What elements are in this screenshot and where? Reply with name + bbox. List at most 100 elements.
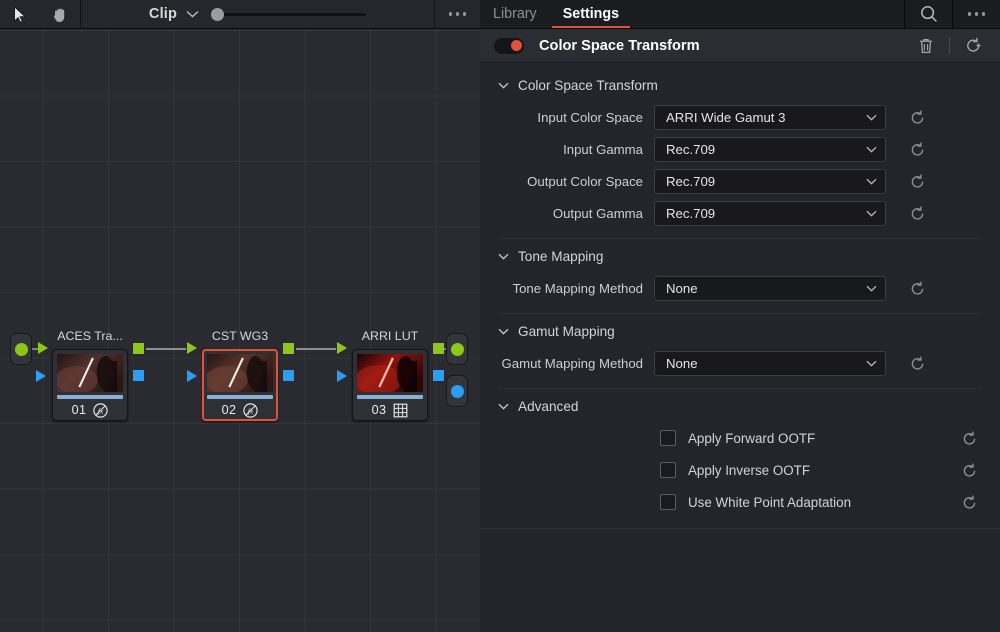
group-header-color-space-transform[interactable]: Color Space Transform [480,72,1000,99]
reset-icon[interactable] [886,355,948,372]
node3-key-input-arrow[interactable] [337,370,347,382]
output-node[interactable] [446,333,468,365]
reset-icon[interactable] [938,430,1000,447]
node-body[interactable]: 03 [352,349,428,421]
row-output-color-space: Output Color Space Rec.709 [480,165,1000,197]
source-node[interactable] [10,333,32,365]
effect-title: Color Space Transform [539,37,700,54]
source-rgb-port[interactable] [14,342,28,356]
group-title: Gamut Mapping [518,324,615,339]
search-icon[interactable] [905,0,952,28]
node-body-selected[interactable]: 02 fx [202,349,278,421]
trash-icon[interactable] [915,37,937,55]
node-item[interactable]: ACES Tra... 01 fx [52,329,128,421]
tab-library-label: Library [493,6,537,22]
reset-all-icon[interactable] [962,36,984,55]
apply-forward-ootf-checkbox[interactable] [660,430,676,446]
reset-icon[interactable] [938,494,1000,511]
node1-rgb-output-port[interactable] [133,343,144,354]
reset-icon[interactable] [886,280,948,297]
zoom-slider[interactable] [211,7,367,21]
node-editor-toolbar: Clip [0,0,480,29]
zoom-slider-track [217,12,367,16]
dropdown-value: None [666,355,698,371]
chevron-down-icon[interactable] [186,10,199,18]
group-title: Advanced [518,399,579,414]
row-input-color-space: Input Color Space ARRI Wide Gamut 3 [480,101,1000,133]
input-gamma-dropdown[interactable]: Rec.709 [654,136,886,162]
row-input-gamma: Input Gamma Rec.709 [480,133,1000,165]
chevron-down-icon [866,146,877,153]
inspector-pane: Library Settings Color Space Transform C… [480,0,1000,632]
output-gamma-dropdown[interactable]: Rec.709 [654,200,886,226]
node2-key-input-arrow[interactable] [187,370,197,382]
group-header-gamut-mapping[interactable]: Gamut Mapping [480,318,1000,345]
row-use-white-point-adaptation: Use White Point Adaptation [480,486,1000,518]
row-apply-forward-ootf: Apply Forward OOTF [480,422,1000,454]
node3-rgb-output-port[interactable] [433,343,444,354]
reset-icon[interactable] [886,141,948,158]
arrow-cursor-icon[interactable] [0,0,40,29]
chevron-down-icon[interactable] [498,328,509,335]
ellipsis-icon[interactable] [435,0,480,29]
output-rgb-port[interactable] [450,342,464,356]
row-label: Output Color Space [527,173,643,189]
dropdown-value: None [666,280,698,296]
node-item[interactable]: ARRI LUT 03 [352,329,428,421]
node-title: CST WG3 [211,329,269,343]
reset-icon[interactable] [886,109,948,126]
effect-enable-toggle[interactable] [494,37,524,54]
group-header-advanced[interactable]: Advanced [480,393,1000,420]
chevron-down-icon [866,285,877,292]
node2-rgb-input-arrow[interactable] [187,342,197,354]
node1-key-output-port[interactable] [133,370,144,381]
row-gamut-mapping-method: Gamut Mapping Method None [480,347,1000,379]
node-footer: 03 [357,399,423,421]
node-footer: 02 fx [207,399,273,421]
wire-node2-node3 [296,348,336,350]
node1-rgb-input-arrow[interactable] [38,342,48,354]
gamut-mapping-method-dropdown[interactable]: None [654,350,886,376]
svg-text:fx: fx [248,406,254,415]
group-header-tone-mapping[interactable]: Tone Mapping [480,243,1000,270]
node-item[interactable]: CST WG3 02 fx [202,329,278,421]
dropdown-value: Rec.709 [666,173,716,189]
fx-circle-icon: fx [93,402,109,418]
row-label: Output Gamma [552,205,643,221]
node2-key-output-port[interactable] [283,370,294,381]
output-alpha-node[interactable] [446,375,468,407]
zoom-slider-handle[interactable] [211,7,225,21]
section-divider-1 [498,238,982,239]
tone-mapping-method-dropdown[interactable]: None [654,275,886,301]
checkbox-label: Use White Point Adaptation [688,494,852,510]
svg-text:fx: fx [98,406,104,415]
apply-inverse-ootf-checkbox[interactable] [660,462,676,478]
chevron-down-icon [866,360,877,367]
node-body[interactable]: 01 fx [52,349,128,421]
node3-key-output-port[interactable] [433,370,444,381]
hand-pan-icon[interactable] [40,0,80,29]
tab-settings[interactable]: Settings [550,0,632,28]
checkbox-label: Apply Forward OOTF [688,430,816,446]
checkbox-label: Apply Inverse OOTF [688,462,811,478]
node3-rgb-input-arrow[interactable] [337,342,347,354]
chevron-down-icon[interactable] [498,253,509,260]
tab-settings-label: Settings [562,6,620,22]
tab-library[interactable]: Library [480,0,550,28]
chevron-down-icon [866,210,877,217]
inspector-body: Color Space Transform Input Color Space … [480,63,1000,631]
reset-icon[interactable] [886,173,948,190]
ellipsis-icon[interactable] [953,0,1000,28]
node-thumbnail [57,354,123,392]
output-color-space-dropdown[interactable]: Rec.709 [654,168,886,194]
chevron-down-icon[interactable] [498,403,509,410]
use-white-point-adaptation-checkbox[interactable] [660,494,676,510]
reset-icon[interactable] [886,205,948,222]
input-color-space-dropdown[interactable]: ARRI Wide Gamut 3 [654,104,886,130]
node-graph-canvas[interactable]: ACES Tra... 01 fx CST WG3 02 fx ARRI LUT… [0,29,480,632]
chevron-down-icon[interactable] [498,82,509,89]
node1-key-input-arrow[interactable] [36,370,46,382]
node2-rgb-output-port[interactable] [283,343,294,354]
output-alpha-port[interactable] [450,384,464,398]
reset-icon[interactable] [938,462,1000,479]
